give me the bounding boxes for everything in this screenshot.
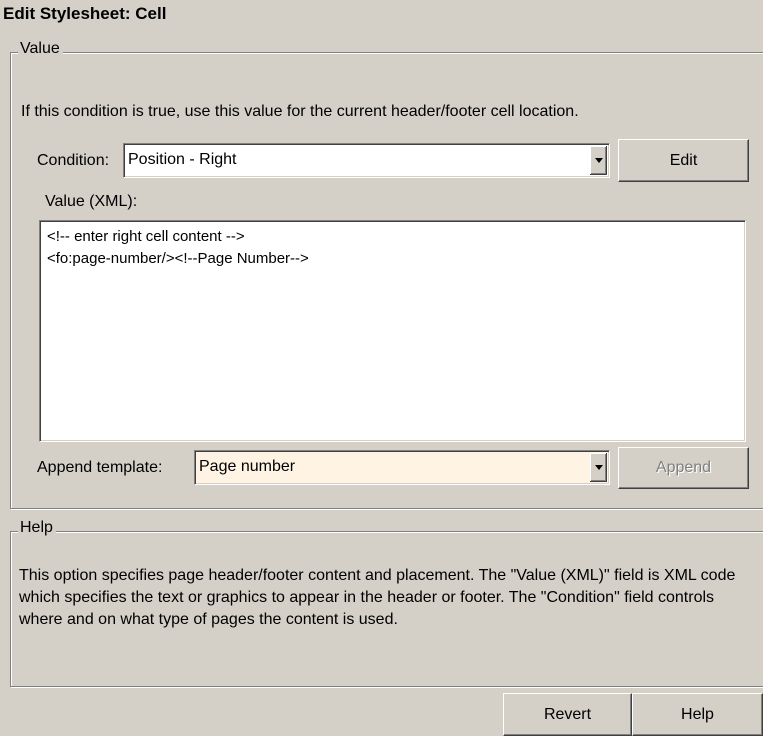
window-title: Edit Stylesheet: Cell bbox=[3, 4, 167, 23]
value-description: If this condition is true, use this valu… bbox=[21, 103, 579, 120]
edit-button[interactable]: Edit bbox=[618, 139, 749, 182]
help-text: This option specifies page header/footer… bbox=[19, 567, 736, 628]
condition-label: Condition: bbox=[37, 152, 110, 169]
append-template-dropdown-toggle[interactable] bbox=[590, 453, 607, 482]
condition-dropdown-toggle[interactable] bbox=[590, 146, 607, 175]
append-template-dropdown[interactable]: Page number bbox=[194, 450, 610, 485]
append-template-dropdown-value: Page number bbox=[199, 458, 296, 475]
chevron-down-icon bbox=[594, 158, 603, 163]
help-group-legend: Help bbox=[18, 519, 56, 537]
value-xml-label: Value (XML): bbox=[45, 193, 138, 210]
xml-line: <!-- enter right cell content --> bbox=[47, 228, 245, 245]
value-group-legend: Value bbox=[18, 40, 63, 58]
append-template-label: Append template: bbox=[37, 459, 163, 476]
append-button[interactable]: Append bbox=[618, 447, 749, 489]
value-xml-textarea[interactable]: <!-- enter right cell content --> <fo:pag… bbox=[39, 220, 746, 442]
condition-dropdown[interactable]: Position - Right bbox=[123, 143, 610, 178]
revert-button[interactable]: Revert bbox=[503, 693, 632, 736]
help-button[interactable]: Help bbox=[632, 693, 763, 736]
condition-dropdown-value: Position - Right bbox=[128, 151, 237, 168]
xml-line: <fo:page-number/><!--Page Number--> bbox=[47, 250, 309, 267]
chevron-down-icon bbox=[594, 465, 603, 470]
